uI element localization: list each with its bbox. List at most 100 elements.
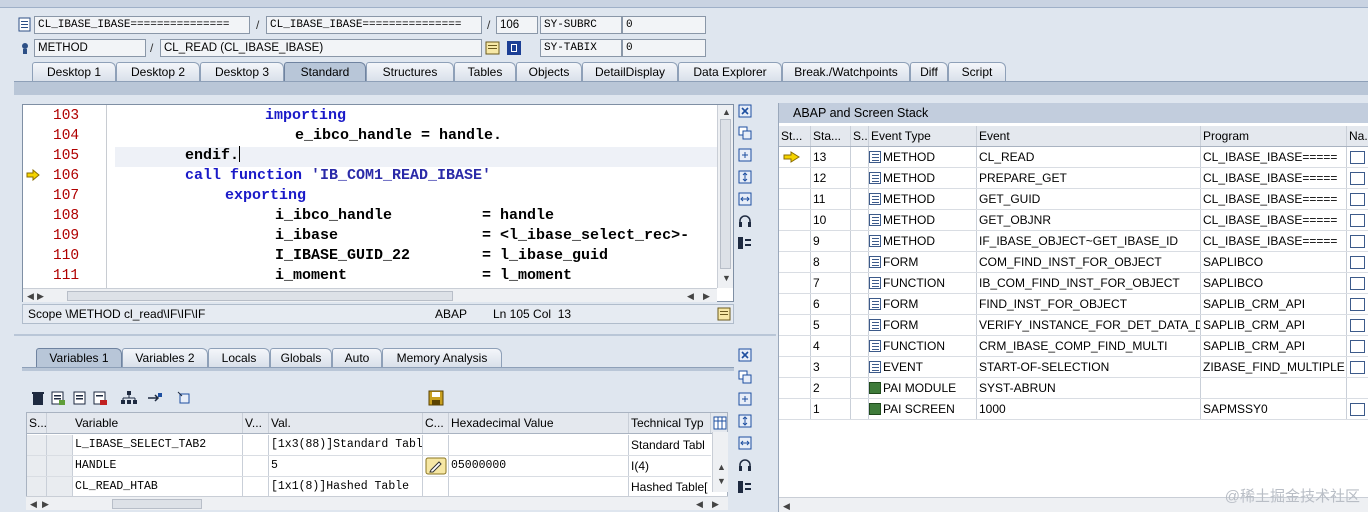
stack-row[interactable]: 4 FUNCTION CRM_IBASE_COMP_FIND_MULTI SAPLIB… [779, 336, 1368, 357]
stack-cell-nav[interactable] [1347, 147, 1368, 167]
navigate-source-icon[interactable] [1350, 256, 1365, 269]
scroll-left-icon[interactable]: ◀ [30, 499, 37, 509]
scroll-right-icon[interactable]: ▶ [42, 499, 49, 509]
edit-pencil-icon[interactable] [425, 457, 447, 475]
variables-col-header[interactable]: Variable [73, 413, 243, 433]
tab-detaildisplay[interactable]: DetailDisplay [582, 62, 678, 81]
scroll-left-icon[interactable]: ◀ [687, 291, 694, 301]
stack-cell-nav[interactable] [1347, 231, 1368, 251]
stack-col-header[interactable]: Program [1201, 126, 1347, 146]
stack-cell-nav[interactable] [1347, 168, 1368, 188]
line-field[interactable]: 106 [496, 16, 538, 34]
tab-locals[interactable]: Locals [208, 348, 270, 367]
scroll-thumb[interactable] [720, 119, 731, 269]
variable-name-cell[interactable]: HANDLE [73, 456, 243, 476]
append-variable-icon[interactable] [72, 390, 88, 409]
stack-cell-nav[interactable] [1347, 357, 1368, 377]
stack-col-header[interactable]: Event [977, 126, 1201, 146]
variable-name-cell[interactable]: L_IBASE_SELECT_TAB2 [73, 435, 243, 455]
stack-col-header[interactable]: S... [851, 126, 869, 146]
stack-row[interactable]: 9 METHOD IF_IBASE_OBJECT~GET_IBASE_ID CL_IB… [779, 231, 1368, 252]
scroll-right-icon[interactable]: ▶ [712, 499, 719, 509]
variable-row[interactable]: HANDLE 5 05000000 I(4) [27, 456, 711, 477]
headset-icon[interactable] [736, 214, 754, 232]
tool-settings-icon[interactable] [736, 236, 754, 254]
row-selector[interactable] [27, 435, 47, 455]
variable-name-cell[interactable]: CL_READ_HTAB [73, 477, 243, 497]
scroll-down-icon[interactable]: ▼ [722, 273, 731, 283]
scroll-up-icon[interactable]: ▲ [717, 462, 726, 472]
variables-col-header[interactable]: V... [243, 413, 269, 433]
stack-row[interactable]: 12 METHOD PREPARE_GET CL_IBASE_IBASE===== [779, 168, 1368, 189]
select-icon[interactable] [176, 390, 192, 409]
variable-cell-change[interactable] [423, 435, 449, 455]
variable-cell-change[interactable] [423, 456, 449, 476]
breakpoint-gutter[interactable] [23, 105, 43, 288]
replace-tool-icon[interactable] [736, 126, 754, 144]
stack-col-header[interactable]: Sta... [811, 126, 851, 146]
tab-desktop-3[interactable]: Desktop 3 [200, 62, 284, 81]
insert-variable-icon[interactable] [50, 390, 66, 409]
hierarchy-icon[interactable] [120, 390, 138, 409]
stack-cell-nav[interactable] [1347, 189, 1368, 209]
maximize-tool-icon[interactable] [736, 148, 754, 166]
stack-cell-nav[interactable] [1347, 399, 1368, 419]
stack-cell-nav[interactable] [1347, 294, 1368, 314]
scroll-down-icon[interactable]: ▼ [717, 476, 726, 486]
variable-value-cell[interactable]: 5 [269, 456, 423, 476]
hscroll-thumb[interactable] [112, 499, 202, 509]
tab-break-watchpoints[interactable]: Break./Watchpoints [782, 62, 910, 81]
tab-data-explorer[interactable]: Data Explorer [678, 62, 782, 81]
editor-vertical-scrollbar[interactable]: ▲ ▼ [717, 105, 733, 288]
navigate-source-icon[interactable] [1350, 214, 1365, 227]
row-selector[interactable] [27, 456, 47, 476]
navigate-source-icon[interactable] [1350, 298, 1365, 311]
code-line[interactable]: call function 'IB_COM1_READ_IBASE' [185, 166, 491, 186]
tab-diff[interactable]: Diff [910, 62, 948, 81]
scroll-right-icon[interactable]: ▶ [37, 291, 44, 301]
tab-globals[interactable]: Globals [270, 348, 332, 367]
row-selector[interactable] [27, 477, 47, 497]
scroll-left-icon[interactable]: ◀ [783, 501, 790, 511]
stack-col-header[interactable]: Na... [1347, 126, 1368, 146]
stack-row[interactable]: 8 FORM COM_FIND_INST_FOR_OBJECT SAPLIBCO [779, 252, 1368, 273]
stack-col-header[interactable]: St... [779, 126, 811, 146]
scroll-up-icon[interactable]: ▲ [722, 107, 731, 117]
expand-vertical-icon[interactable] [736, 414, 754, 432]
tab-auto[interactable]: Auto [332, 348, 382, 367]
stack-cell-nav[interactable] [1347, 378, 1368, 398]
variable-row[interactable]: CL_READ_HTAB [1x1(8)]Hashed Table Hashed T… [27, 477, 711, 498]
code-line[interactable]: i_moment = l_moment [275, 266, 572, 286]
navigate-source-icon[interactable] [1350, 193, 1365, 206]
editor-horizontal-scrollbar[interactable]: ◀ ▶ ◀ ▶ [23, 288, 717, 302]
tab-objects[interactable]: Objects [516, 62, 582, 81]
expand-horizontal-icon[interactable] [736, 436, 754, 454]
stack-row[interactable]: 2 PAI MODULE SYST-ABRUN [779, 378, 1368, 399]
variables-col-header[interactable]: Val. [269, 413, 423, 433]
stack-row[interactable]: 1 PAI SCREEN 1000 SAPMSSY0 [779, 399, 1368, 420]
expand-horizontal-icon[interactable] [736, 192, 754, 210]
tool-settings-icon[interactable] [736, 480, 754, 498]
stack-cell-nav[interactable] [1347, 210, 1368, 230]
source-editor[interactable]: 103 104 105 106 107 108 109 110 111 importing e_i… [22, 104, 734, 302]
main-program-field[interactable]: CL_IBASE_IBASE=============== [34, 16, 250, 34]
tab-standard[interactable]: Standard [284, 62, 366, 81]
scroll-right-icon[interactable]: ▶ [703, 291, 710, 301]
code-line[interactable]: e_ibco_handle = handle. [295, 126, 502, 146]
navigate-source-icon[interactable] [1350, 340, 1365, 353]
stack-cell-nav[interactable] [1347, 252, 1368, 272]
display-source-icon[interactable] [485, 40, 501, 56]
delete-icon[interactable] [30, 390, 46, 409]
tab-variables-1[interactable]: Variables 1 [36, 348, 122, 367]
navigate-source-icon[interactable] [1350, 172, 1365, 185]
stack-cell-nav[interactable] [1347, 273, 1368, 293]
variables-col-header[interactable]: Technical Typ [629, 413, 711, 433]
code-line[interactable]: i_ibase = <l_ibase_select_rec>- [275, 226, 689, 246]
stack-row[interactable]: 6 FORM FIND_INST_FOR_OBJECT SAPLIB_CRM_API [779, 294, 1368, 315]
stack-row[interactable]: 13 METHOD CL_READ CL_IBASE_IBASE===== [779, 147, 1368, 168]
navigate-source-icon[interactable] [1350, 235, 1365, 248]
headset-icon[interactable] [736, 458, 754, 476]
stack-row[interactable]: 10 METHOD GET_OBJNR CL_IBASE_IBASE===== [779, 210, 1368, 231]
variables-col-header[interactable]: S... [27, 413, 47, 433]
tab-memory-analysis[interactable]: Memory Analysis [382, 348, 502, 367]
